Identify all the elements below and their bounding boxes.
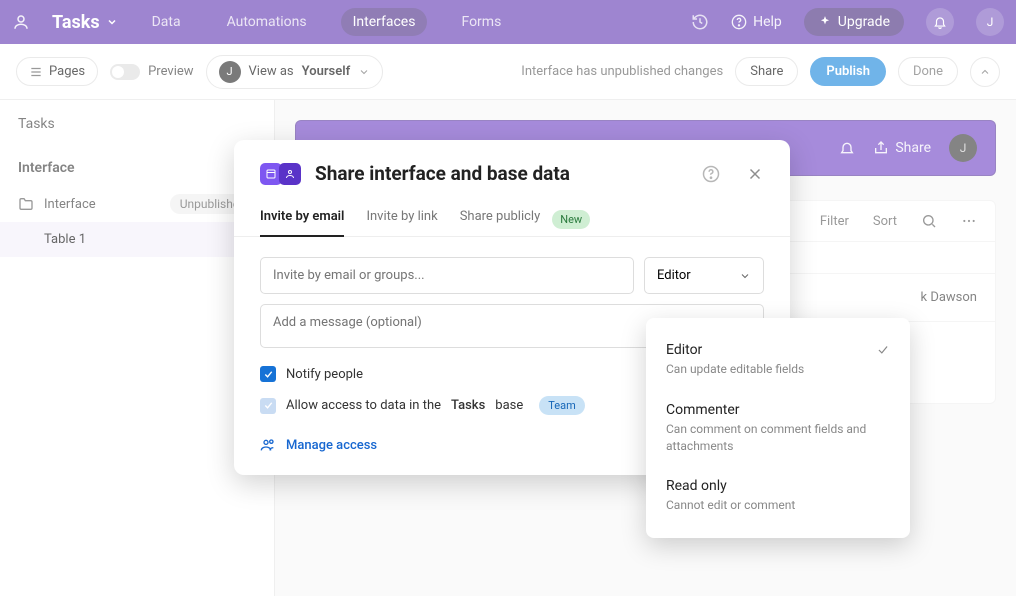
- allow-access-checkbox[interactable]: [260, 398, 276, 414]
- check-icon: [263, 400, 274, 411]
- people-icon: [279, 163, 301, 185]
- check-icon: [263, 369, 274, 380]
- invite-email-input[interactable]: [260, 257, 634, 294]
- tab-invite-email[interactable]: Invite by email: [260, 203, 344, 236]
- chevron-down-icon: [739, 270, 751, 282]
- new-badge: New: [552, 210, 590, 229]
- role-dropdown: Editor Can update editable fields Commen…: [646, 318, 910, 538]
- role-select[interactable]: Editor: [644, 257, 764, 294]
- tab-invite-link[interactable]: Invite by link: [366, 203, 437, 236]
- tab-share-publicly[interactable]: Share publicly: [460, 203, 541, 236]
- role-option-commenter[interactable]: Commenter Can comment on comment fields …: [646, 390, 910, 467]
- team-badge: Team: [539, 396, 585, 415]
- role-option-editor[interactable]: Editor Can update editable fields: [646, 330, 910, 390]
- modal-help-icon[interactable]: [690, 165, 720, 183]
- base-name-chip: Tasks: [451, 398, 485, 413]
- check-icon: [876, 343, 890, 357]
- role-option-readonly[interactable]: Read only Cannot edit or comment: [646, 466, 910, 526]
- modal-tabs: Invite by email Invite by link Share pub…: [234, 203, 790, 237]
- modal-title: Share interface and base data: [315, 162, 570, 185]
- people-icon: [260, 437, 276, 453]
- notify-checkbox[interactable]: [260, 366, 276, 382]
- modal-close-icon[interactable]: [734, 165, 764, 183]
- modal-logos: [260, 163, 301, 185]
